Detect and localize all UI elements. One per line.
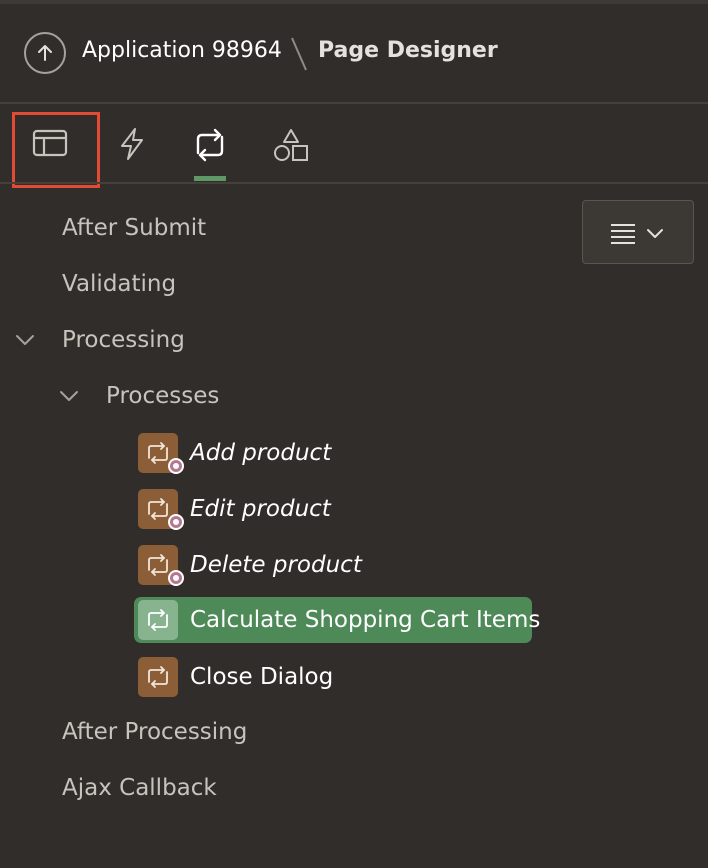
chevron-down-icon[interactable] [58, 388, 80, 404]
highlight-box [12, 112, 100, 188]
process-label: Edit product [190, 496, 331, 522]
breadcrumb-separator [291, 37, 307, 71]
tree-node-validating[interactable]: Validating [62, 264, 176, 304]
chevron-down-icon [647, 229, 663, 238]
tree-node-processes[interactable]: Processes [106, 376, 219, 416]
process-icon [138, 600, 178, 640]
condition-badge-icon [168, 570, 184, 586]
process-label: Calculate Shopping Cart Items [190, 607, 541, 633]
process-label: Add product [190, 440, 332, 466]
tab-processing[interactable] [190, 104, 230, 182]
process-label: Close Dialog [190, 664, 334, 690]
tree-node-process-selected[interactable]: Calculate Shopping Cart Items [134, 597, 540, 643]
process-icon [138, 657, 178, 697]
page-title: Page Designer [318, 38, 498, 63]
shapes-icon [274, 129, 308, 161]
tab-dynamic-actions[interactable] [112, 104, 152, 182]
tree-node-processing[interactable]: Processing [62, 320, 185, 360]
hamburger-menu-icon [611, 224, 635, 244]
condition-badge-icon [168, 458, 184, 474]
process-label: Delete product [190, 552, 362, 578]
tree-node-ajax-callback[interactable]: Ajax Callback [62, 768, 217, 808]
condition-badge-icon [168, 514, 184, 530]
application-title[interactable]: Application 98964 [82, 38, 282, 63]
tree-menu-button[interactable] [582, 200, 694, 264]
arrow-up-circle-icon[interactable] [24, 32, 66, 74]
process-loop-icon [196, 128, 224, 162]
header: Application 98964 Page Designer [0, 4, 708, 102]
tree-node-after-processing[interactable]: After Processing [62, 712, 247, 752]
tree-node-after-submit[interactable]: After Submit [62, 208, 206, 248]
chevron-down-icon[interactable] [14, 332, 36, 348]
lightning-bolt-icon [121, 128, 143, 160]
tab-shared-components[interactable] [270, 104, 310, 182]
active-tab-indicator [194, 176, 226, 181]
divider [0, 182, 708, 184]
toolbar [0, 104, 708, 188]
